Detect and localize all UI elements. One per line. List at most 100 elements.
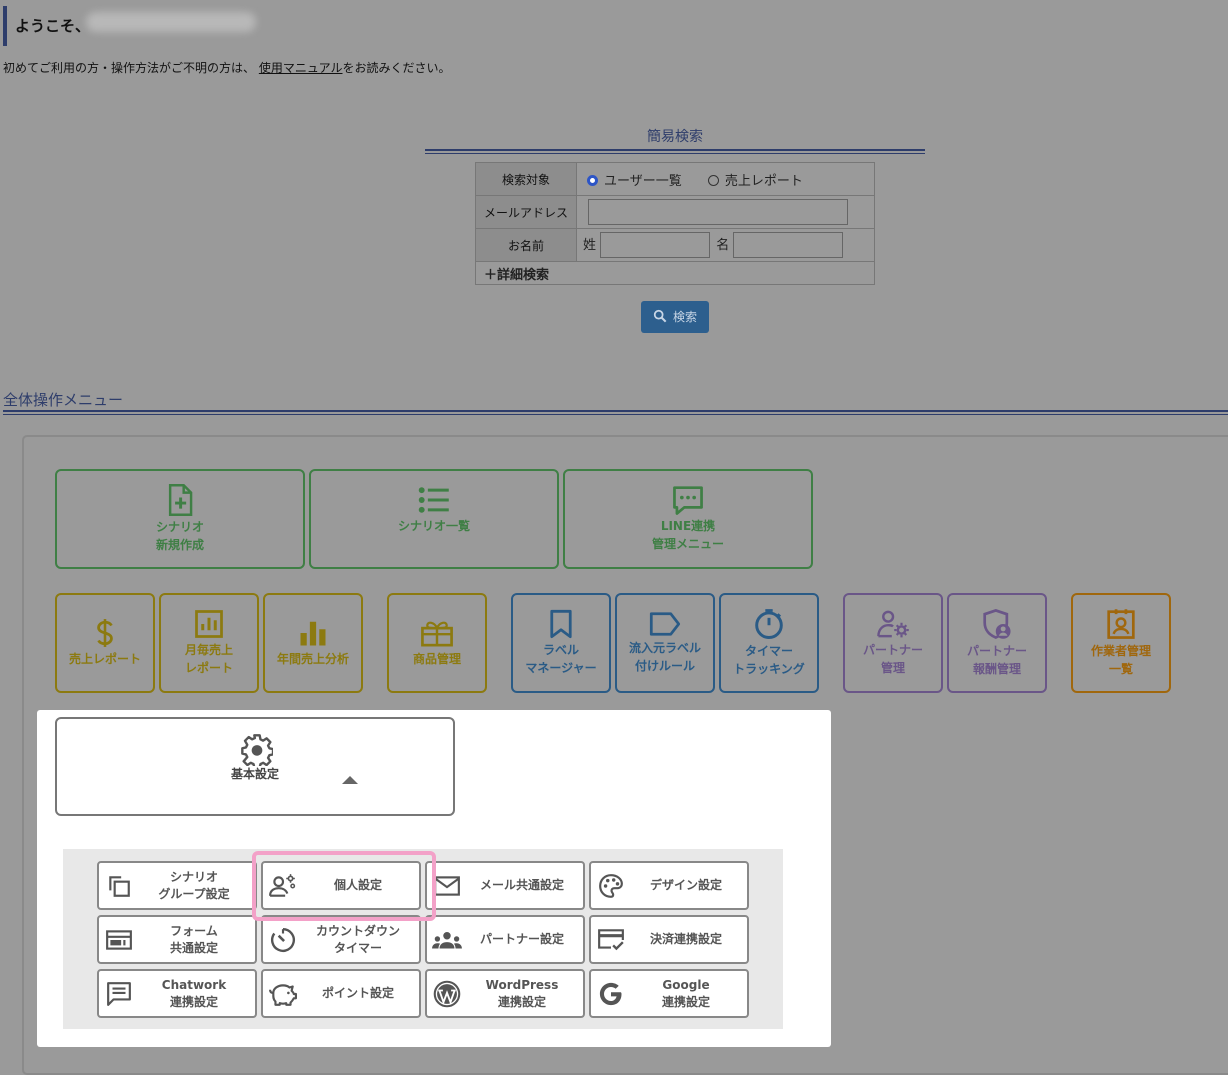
radio-users[interactable] xyxy=(587,174,598,186)
setting-label: WordPress 連携設定 xyxy=(485,977,559,1009)
form-icon xyxy=(106,929,132,950)
tile-label: パートナー 管理 xyxy=(862,643,923,675)
setting-label: ポイント設定 xyxy=(321,986,394,1000)
setting-scenario-group[interactable]: シナリオ グループ設定 xyxy=(97,861,257,910)
collapse-caret-icon[interactable] xyxy=(342,776,358,784)
tile-label: 月毎売上 レポート xyxy=(184,643,233,675)
target-label: 検索対象 xyxy=(475,162,577,196)
gear-icon xyxy=(241,734,273,766)
email-field[interactable] xyxy=(588,199,848,225)
tile-label: ラベル マネージャー xyxy=(525,643,597,675)
intro-prefix: 初めてご利用の方・操作方法がご不明の方は、 xyxy=(3,61,256,75)
tile-scenario-new[interactable]: シナリオ 新規作成 xyxy=(55,469,305,569)
id-badge-icon xyxy=(1107,609,1135,639)
tile-source-label-rules[interactable]: 流入元ラベル 付けルール xyxy=(615,593,715,693)
bookmark-icon xyxy=(550,609,572,639)
setting-label: Chatwork 連携設定 xyxy=(161,977,227,1009)
setting-label: デザイン設定 xyxy=(649,878,722,892)
quick-search-divider xyxy=(425,149,925,154)
setting-partner[interactable]: パートナー設定 xyxy=(425,915,585,964)
radio-sales-label: 売上レポート xyxy=(724,173,803,189)
tile-label: タイマー トラッキング xyxy=(733,644,805,676)
personal-settings-highlight xyxy=(252,851,436,921)
welcome-username-blurred xyxy=(86,12,256,32)
tile-label: LINE連携 管理メニュー xyxy=(651,519,724,551)
setting-label: Google 連携設定 xyxy=(661,977,710,1009)
setting-payment[interactable]: 決済連携設定 xyxy=(589,915,749,964)
tile-line-menu[interactable]: LINE連携 管理メニュー xyxy=(563,469,813,569)
mail-icon xyxy=(434,875,460,896)
tile-sales-report[interactable]: 売上レポート xyxy=(55,593,155,693)
last-name-label: 姓 xyxy=(583,237,597,253)
manual-link[interactable]: 使用マニュアル xyxy=(259,61,343,75)
setting-wordpress[interactable]: WordPress 連携設定 xyxy=(425,969,585,1018)
copy-icon xyxy=(109,875,130,897)
tile-label: 商品管理 xyxy=(412,652,461,666)
intro-suffix: をお読みください。 xyxy=(342,61,451,75)
search-icon xyxy=(653,309,667,323)
tile-label: シナリオ 新規作成 xyxy=(155,520,204,552)
search-button-label: 検索 xyxy=(672,310,697,324)
tile-products[interactable]: 商品管理 xyxy=(387,593,487,693)
tile-worker-list[interactable]: 作業者管理 一覧 xyxy=(1071,593,1171,693)
google-icon xyxy=(599,982,622,1005)
message-icon xyxy=(107,981,131,1006)
tile-label: 年間売上分析 xyxy=(276,652,349,666)
setting-label: 決済連携設定 xyxy=(649,932,722,946)
piggy-icon xyxy=(269,983,297,1006)
radio-sales[interactable] xyxy=(707,174,719,186)
tile-scenario-list[interactable]: シナリオ一覧 xyxy=(309,469,559,569)
card-icon xyxy=(598,928,624,950)
tile-label-manager[interactable]: ラベル マネージャー xyxy=(511,593,611,693)
first-name-label: 名 xyxy=(716,237,730,253)
basic-settings-label: 基本設定 xyxy=(230,767,279,781)
setting-chatwork[interactable]: Chatwork 連携設定 xyxy=(97,969,257,1018)
setting-form-common[interactable]: フォーム 共通設定 xyxy=(97,915,257,964)
tile-partner-management[interactable]: パートナー 管理 xyxy=(843,593,943,693)
tile-label: シナリオ一覧 xyxy=(397,519,470,533)
bar-chart-icon xyxy=(300,621,326,646)
menu-divider xyxy=(3,410,1228,415)
shield-user-icon xyxy=(983,609,1011,639)
chat-icon xyxy=(673,486,703,515)
quick-search-title: 簡易検索 xyxy=(647,129,703,145)
user-gear-icon xyxy=(877,610,909,638)
welcome-text: ようこそ、 xyxy=(15,17,91,35)
intro-text: 初めてご利用の方・操作方法がご不明の方は、 使用マニュアルをお読みください。 xyxy=(3,59,451,76)
list-icon xyxy=(418,487,449,513)
tile-monthly-report[interactable]: 月毎売上 レポート xyxy=(159,593,259,693)
setting-label: カウントダウン タイマー xyxy=(315,923,400,955)
timer-icon xyxy=(755,609,783,640)
countdown-icon xyxy=(271,927,295,952)
setting-mail-common[interactable]: メール共通設定 xyxy=(425,861,585,910)
setting-label: フォーム 共通設定 xyxy=(169,923,218,955)
chart-box-icon xyxy=(195,610,223,638)
tile-annual-analysis[interactable]: 年間売上分析 xyxy=(263,593,363,693)
dollar-icon xyxy=(97,619,113,647)
tile-partner-reward[interactable]: パートナー 報酬管理 xyxy=(947,593,1047,693)
first-name-field[interactable] xyxy=(733,232,844,258)
search-button[interactable]: 検索 xyxy=(641,301,709,333)
setting-countdown-timer[interactable]: カウントダウン タイマー xyxy=(261,915,421,964)
setting-label: メール共通設定 xyxy=(479,878,564,892)
tag-icon xyxy=(649,612,681,636)
tile-timer-tracking[interactable]: タイマー トラッキング xyxy=(719,593,819,693)
radio-users-label: ユーザー一覧 xyxy=(604,173,682,189)
advanced-search-toggle[interactable]: ＋詳細検索 xyxy=(475,261,875,285)
quick-search-form: 検索対象 ユーザー一覧 売上レポート メールアドレス お名前 姓 名 ＋詳細検索 xyxy=(475,162,875,285)
setting-design[interactable]: デザイン設定 xyxy=(589,861,749,910)
email-label: メールアドレス xyxy=(475,195,577,229)
wordpress-icon xyxy=(433,980,461,1007)
menu-title: 全体操作メニュー xyxy=(3,391,124,409)
tile-label: 売上レポート xyxy=(68,652,141,666)
setting-points[interactable]: ポイント設定 xyxy=(261,969,421,1018)
file-plus-icon xyxy=(168,484,193,516)
name-label: お名前 xyxy=(475,228,577,262)
users-icon xyxy=(432,931,462,949)
tile-label: 流入元ラベル 付けルール xyxy=(628,641,701,673)
setting-google[interactable]: Google 連携設定 xyxy=(589,969,749,1018)
setting-label: シナリオ グループ設定 xyxy=(158,869,230,901)
tile-label: パートナー 報酬管理 xyxy=(966,644,1027,676)
last-name-field[interactable] xyxy=(600,232,711,258)
palette-icon xyxy=(599,873,623,898)
